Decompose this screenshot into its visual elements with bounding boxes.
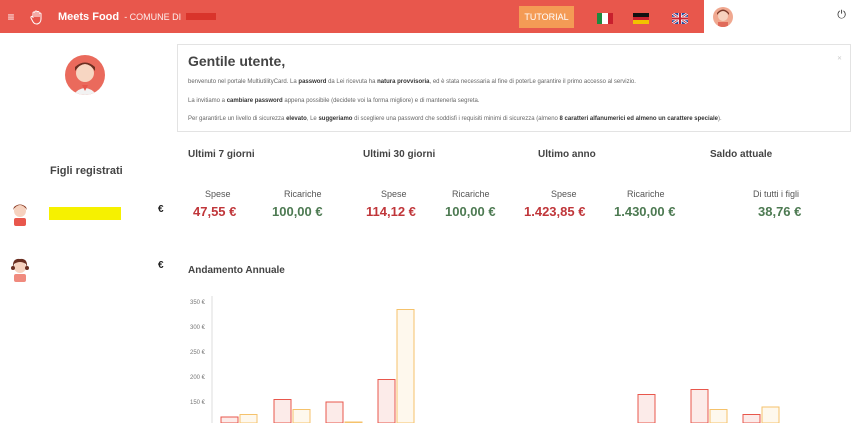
y-tick-label: 250 € bbox=[190, 350, 206, 356]
spese-bar bbox=[637, 394, 656, 423]
brand-name: Meets Food bbox=[58, 10, 120, 23]
y-tick-label: 300 € bbox=[190, 325, 206, 331]
annual-chart: 350 € 300 € 250 € 200 € 150 € bbox=[190, 296, 780, 423]
spese-bar bbox=[690, 389, 709, 423]
child-balance-currency: € bbox=[158, 260, 164, 271]
stats-last-30-days: Ultimi 30 giorni Spese Ricariche 114,12 … bbox=[363, 149, 496, 219]
stats-title: Ultimi 30 giorni bbox=[363, 149, 436, 160]
user-name-redacted bbox=[743, 14, 823, 20]
welcome-text-line: La invitiamo a cambiare password appena … bbox=[188, 98, 480, 104]
child-item[interactable]: € bbox=[10, 256, 170, 284]
brand-comune: - COMUNE DI bbox=[124, 11, 182, 22]
spese-label: Spese bbox=[381, 189, 407, 199]
ricariche-label: Ricariche bbox=[452, 189, 490, 199]
ricariche-bar bbox=[761, 406, 780, 423]
ricariche-label: Ricariche bbox=[284, 189, 322, 199]
figli-registrati-title: Figli registrati bbox=[50, 165, 123, 177]
close-icon[interactable]: ✕ bbox=[837, 55, 842, 62]
hamburger-icon[interactable]: ≡ bbox=[0, 0, 22, 33]
hand-logo-icon[interactable] bbox=[22, 0, 52, 33]
y-tick-label: 200 € bbox=[190, 375, 206, 381]
balance-value: 38,76 € bbox=[758, 204, 802, 219]
y-tick-label: 150 € bbox=[190, 400, 206, 406]
stats-title: Ultimi 7 giorni bbox=[188, 149, 255, 160]
spese-bar bbox=[377, 379, 396, 423]
german-flag-icon[interactable] bbox=[633, 13, 649, 25]
balance-label: Di tutti i figli bbox=[753, 189, 800, 199]
ricariche-bar bbox=[239, 414, 258, 423]
welcome-title: Gentile utente, bbox=[188, 53, 286, 69]
user-avatar[interactable] bbox=[713, 6, 733, 27]
chart-title: Andamento Annuale bbox=[188, 265, 285, 276]
spese-bar bbox=[220, 416, 239, 423]
ricariche-bar bbox=[292, 409, 311, 423]
spese-bar bbox=[742, 414, 761, 423]
boy-icon bbox=[10, 202, 30, 226]
profile-name-redacted bbox=[48, 103, 128, 107]
spese-value: 47,55 € bbox=[193, 204, 237, 219]
y-tick-label: 350 € bbox=[190, 300, 206, 306]
girl-icon bbox=[10, 258, 30, 282]
spese-label: Spese bbox=[551, 189, 577, 199]
italian-flag-icon[interactable] bbox=[597, 13, 613, 24]
spese-value: 1.423,85 € bbox=[524, 204, 586, 219]
welcome-panel: Gentile utente, ✕ benvenuto nel portale … bbox=[177, 44, 851, 132]
ricariche-value: 100,00 € bbox=[445, 204, 496, 219]
child-item[interactable]: € bbox=[10, 200, 170, 228]
ricariche-bar bbox=[396, 309, 415, 423]
brand-title[interactable]: Meets Food - COMUNE DI bbox=[58, 10, 217, 23]
ricariche-value: 1.430,00 € bbox=[614, 204, 676, 219]
uk-flag-icon[interactable] bbox=[672, 13, 688, 24]
welcome-text-line: benvenuto nel portale MultiutilityCard. … bbox=[188, 79, 636, 85]
stats-title: Ultimo anno bbox=[538, 149, 596, 160]
stats-current-balance: Saldo attuale Di tutti i figli 38,76 € bbox=[710, 149, 801, 219]
spese-bar bbox=[273, 399, 292, 423]
ricariche-label: Ricariche bbox=[627, 189, 665, 199]
stats-section: Ultimi 7 giorni Spese Ricariche 47,55 € … bbox=[188, 149, 854, 239]
redacted-comune bbox=[186, 13, 217, 21]
stats-last-7-days: Ultimi 7 giorni Spese Ricariche 47,55 € … bbox=[188, 149, 323, 219]
stats-last-year: Ultimo anno Spese Ricariche 1.423,85 € 1… bbox=[524, 149, 675, 219]
child-balance-currency: € bbox=[158, 204, 164, 215]
child-name-redacted bbox=[49, 207, 121, 220]
profile-avatar bbox=[65, 55, 105, 95]
stats-title: Saldo attuale bbox=[710, 149, 773, 160]
welcome-text-line: Per garantirLe un livello di sicurezza e… bbox=[188, 116, 722, 122]
tutorial-button[interactable]: TUTORIAL bbox=[519, 6, 574, 28]
spese-bar bbox=[325, 401, 344, 423]
power-icon[interactable]: ⏻ bbox=[837, 9, 846, 22]
spese-label: Spese bbox=[205, 189, 231, 199]
spese-value: 114,12 € bbox=[366, 204, 416, 219]
ricariche-bar bbox=[709, 409, 728, 423]
ricariche-value: 100,00 € bbox=[272, 204, 323, 219]
user-area[interactable]: ⏻ bbox=[704, 0, 854, 33]
